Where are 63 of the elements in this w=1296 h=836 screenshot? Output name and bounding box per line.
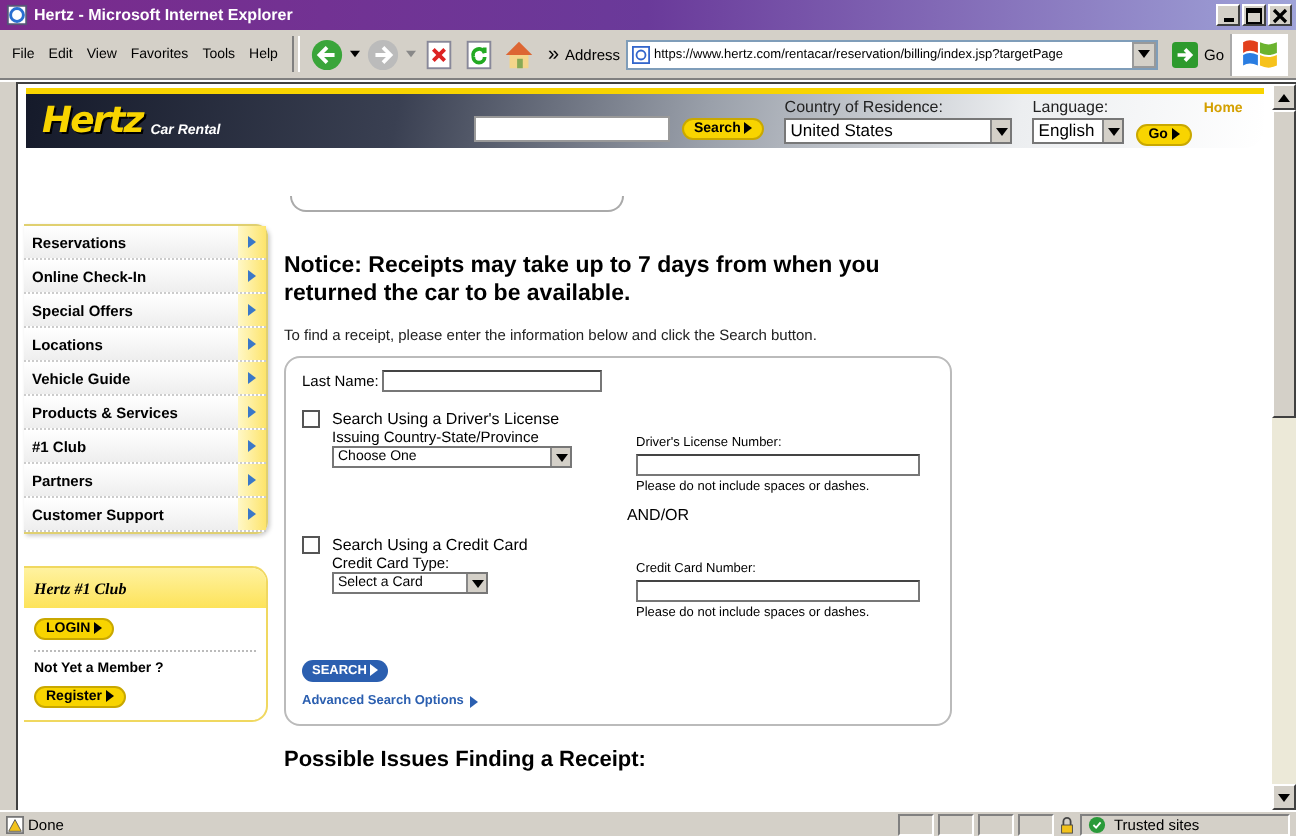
caret-icon [744, 122, 753, 135]
site-logo[interactable]: Hertz [42, 100, 143, 142]
caret-icon [370, 664, 379, 677]
stop-icon[interactable] [421, 37, 456, 71]
caret-icon [248, 372, 256, 384]
close-icon [1272, 7, 1288, 23]
lock-icon [1058, 815, 1076, 833]
last-name-field[interactable] [382, 370, 603, 392]
caret-icon [248, 236, 256, 248]
dropdown-button[interactable] [1132, 41, 1156, 67]
caret-icon [248, 406, 256, 418]
checkbox[interactable] [302, 410, 320, 428]
more-tools-button[interactable]: » [547, 43, 559, 65]
scroll-down-icon [1278, 793, 1290, 801]
caret-icon [248, 474, 256, 486]
notice-heading: Notice: Receipts may take up to 7 days from when you returned the car to be available. [284, 252, 882, 308]
minimize-icon [1223, 18, 1233, 22]
caret-icon [1138, 50, 1150, 58]
caret-icon [248, 338, 256, 350]
dropdown-arrow-icon[interactable] [349, 50, 360, 58]
search-field[interactable] [474, 116, 670, 142]
windows-logo-icon [1230, 33, 1289, 75]
language-select[interactable]: English [1032, 118, 1125, 144]
maximize-button[interactable] [1242, 4, 1266, 26]
separator-text: AND/OR [624, 506, 692, 524]
close-button[interactable] [1268, 4, 1292, 26]
window-title: Hertz - Microsoft Internet Explorer [34, 6, 295, 24]
page-icon [632, 45, 651, 63]
checkbox-label: Search Using a Driver's License [332, 410, 560, 428]
caret-icon [248, 440, 256, 452]
country-select[interactable]: United States [784, 118, 1013, 144]
checkbox[interactable] [302, 536, 320, 554]
caret-icon [105, 690, 114, 703]
vertical-scrollbar[interactable] [1272, 82, 1296, 810]
number-field[interactable] [636, 580, 920, 602]
section-heading: Possible Issues Finding a Receipt: [284, 748, 648, 772]
status-pane [898, 813, 934, 835]
caret-icon [469, 695, 478, 707]
status-pane [1018, 813, 1054, 835]
check-icon [1088, 815, 1106, 833]
page-warning-icon [6, 815, 24, 833]
status-pane [978, 813, 1014, 835]
country-label: Country of Residence: [784, 98, 945, 116]
club-logo: Hertz #1 Club [34, 579, 127, 597]
caret-icon [471, 579, 483, 587]
caret-icon [94, 622, 103, 635]
go-arrow-icon[interactable] [1172, 41, 1198, 67]
status-pane [938, 813, 974, 835]
caret-icon [995, 127, 1008, 135]
language-label: Language: [1032, 98, 1111, 116]
caret-icon [248, 270, 256, 282]
checkbox-label: Search Using a Credit Card [332, 536, 528, 554]
caret-icon [248, 508, 256, 520]
caret-icon [1107, 127, 1120, 135]
refresh-icon[interactable] [461, 37, 496, 71]
number-field[interactable] [636, 454, 920, 476]
caret-icon [248, 304, 256, 316]
minimize-button[interactable] [1216, 4, 1240, 26]
browser-logo-icon [6, 4, 28, 26]
maximize-icon [1246, 7, 1262, 23]
scroll-up-icon [1278, 93, 1290, 101]
caret-icon [1171, 128, 1180, 141]
caret-icon [555, 453, 567, 461]
